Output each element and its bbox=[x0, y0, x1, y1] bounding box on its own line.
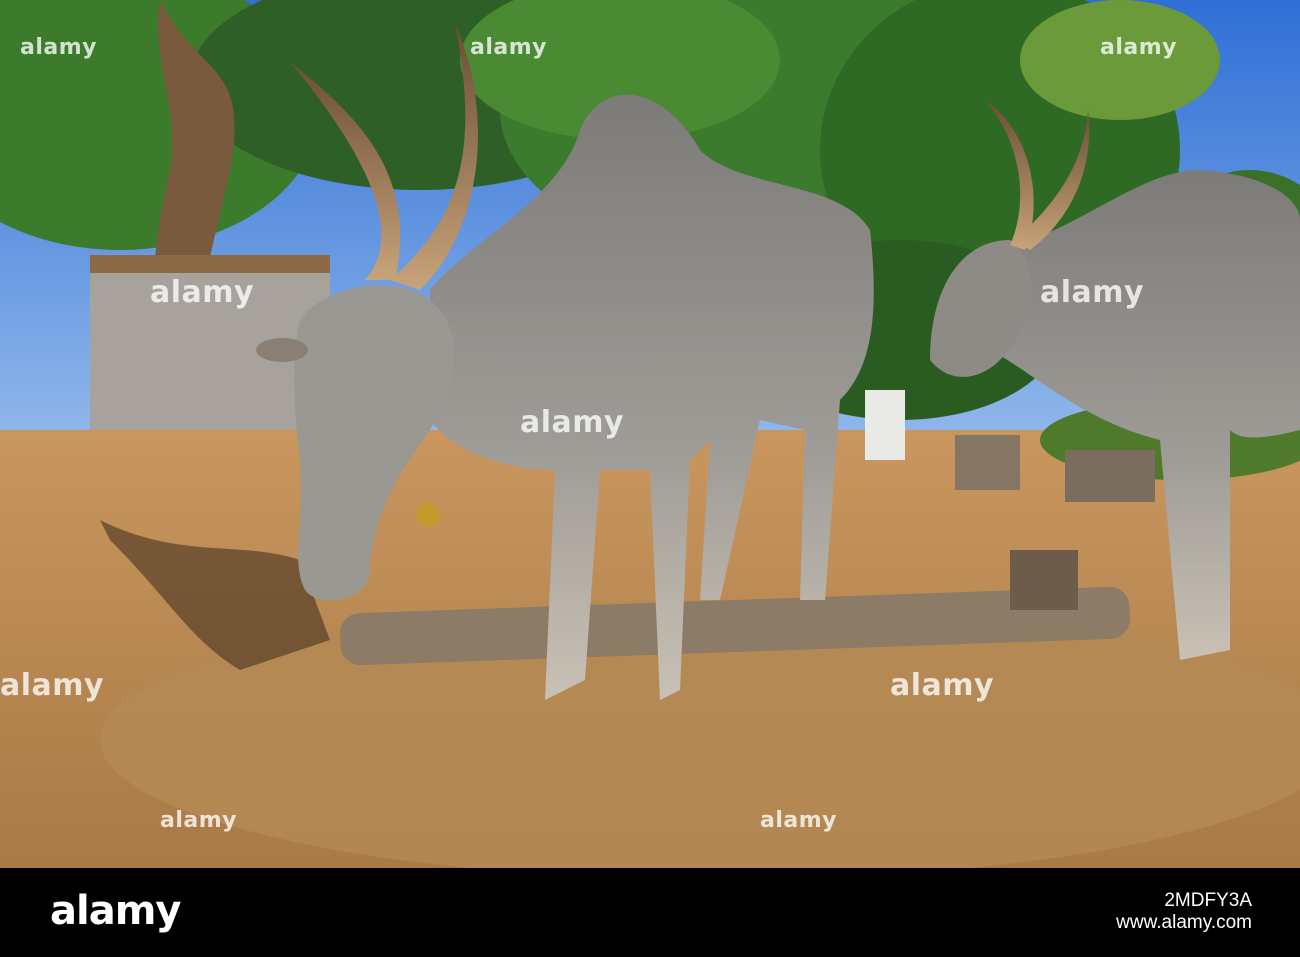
photo-scene bbox=[0, 0, 1300, 868]
photo: alamy alamy alamy alamy alamy alamy alam… bbox=[0, 0, 1300, 868]
site-url[interactable]: www.alamy.com bbox=[1116, 912, 1252, 934]
image-id: 2MDFY3A bbox=[1164, 890, 1252, 911]
image-info: 2MDFY3A www.alamy.com bbox=[1116, 890, 1252, 934]
chair bbox=[865, 390, 905, 460]
footer-bar: alamy 2MDFY3A www.alamy.com bbox=[0, 868, 1300, 957]
brand-logo[interactable]: alamy bbox=[50, 888, 181, 934]
